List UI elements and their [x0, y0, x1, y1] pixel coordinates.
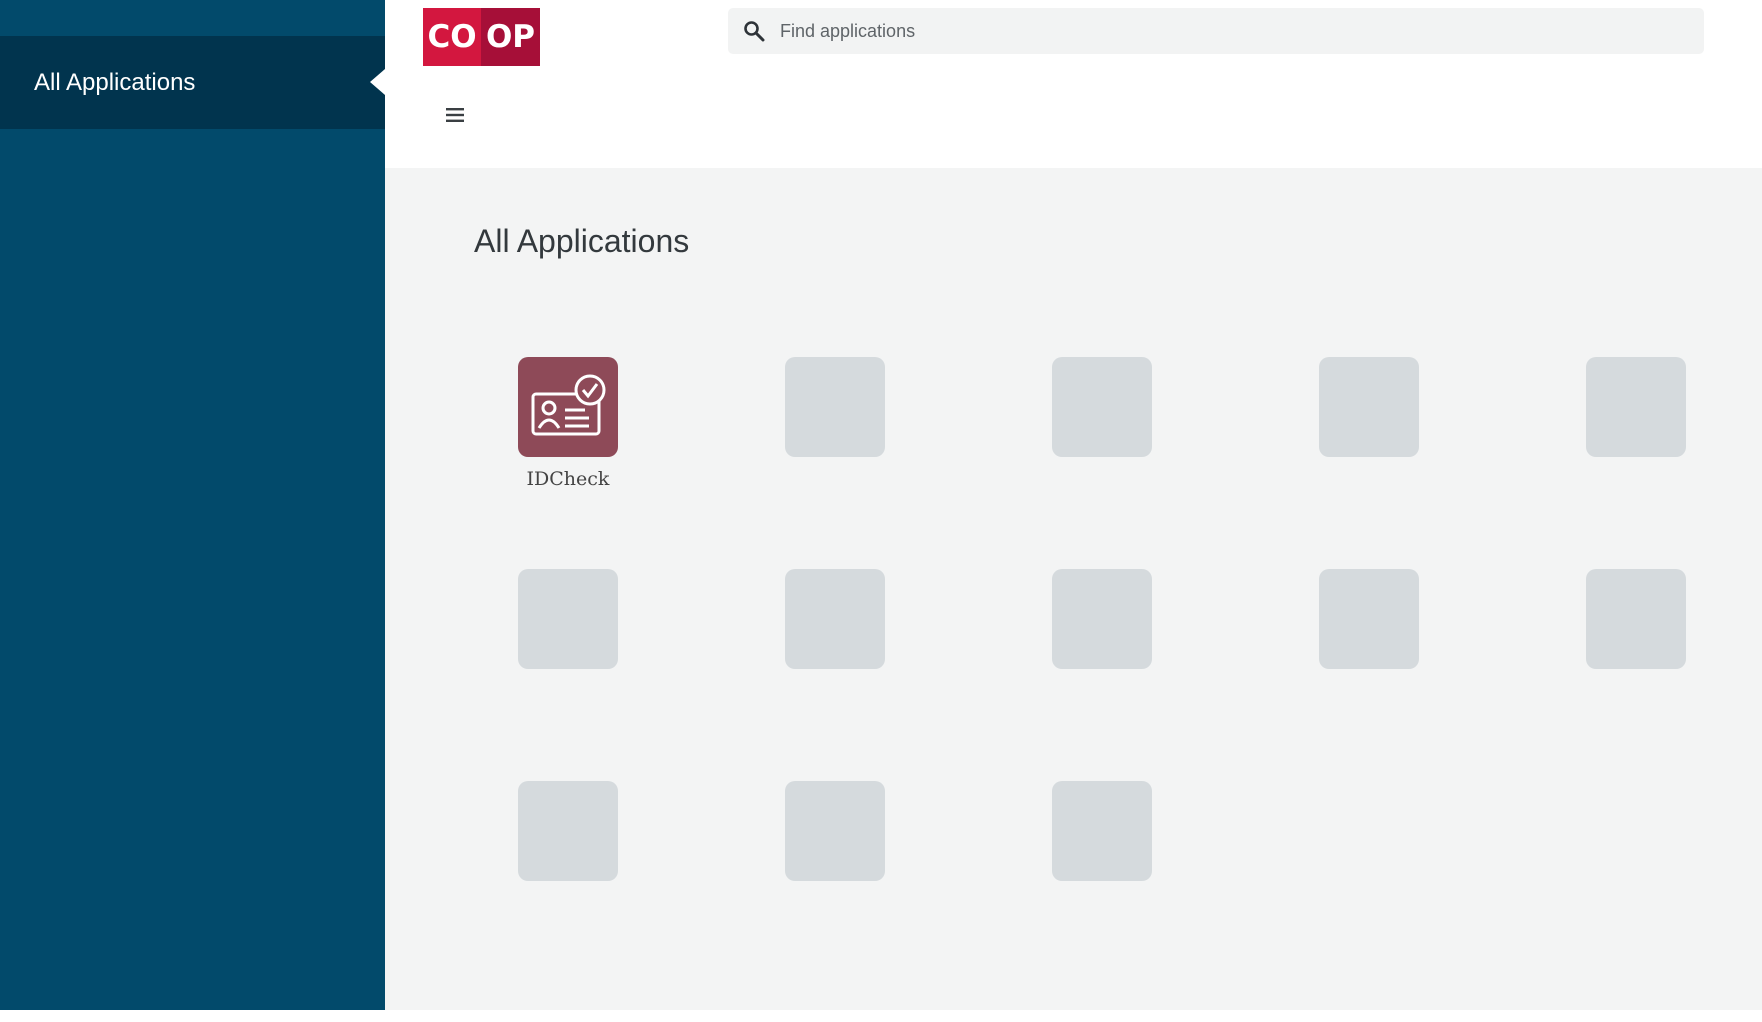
logo-right-text: OP: [481, 8, 540, 66]
sidebar-item-all-applications[interactable]: All Applications: [0, 36, 385, 129]
active-indicator: [370, 69, 385, 95]
app-tile-placeholder: [518, 569, 618, 669]
coop-logo[interactable]: CO OP: [423, 8, 540, 66]
logo-left-text: CO: [423, 8, 481, 66]
hamburger-menu-icon[interactable]: [440, 100, 470, 130]
app-tile-placeholder: [1052, 357, 1152, 457]
id-card-check-icon: [527, 370, 609, 445]
search-bar: [728, 8, 1704, 54]
app-tile-placeholder: [785, 357, 885, 457]
app-tile-placeholder: [1319, 569, 1419, 669]
bottom-edge: [0, 1010, 1762, 1022]
app-tile-placeholder: [1586, 569, 1686, 669]
search-icon[interactable]: [742, 19, 766, 43]
app-tile-placeholder: [518, 781, 618, 881]
app-tile-placeholder: [1052, 781, 1152, 881]
app-tile-placeholder: [785, 781, 885, 881]
app-tile-placeholder: [1319, 357, 1419, 457]
header: CO OP: [385, 0, 1762, 168]
app-tile-placeholder: [1586, 357, 1686, 457]
page-title: All Applications: [474, 223, 690, 259]
app-root: All Applications CO OP Find applications…: [0, 0, 1762, 1022]
app-tile-placeholder: [785, 569, 885, 669]
sidebar: All Applications: [0, 0, 385, 1022]
app-label-idcheck[interactable]: IDCheck: [488, 468, 648, 490]
main-content: All Applications IDCheck: [385, 168, 1762, 1022]
sidebar-item-label: All Applications: [34, 68, 196, 96]
app-tile-placeholder: [1052, 569, 1152, 669]
app-tile-idcheck[interactable]: [518, 357, 618, 457]
search-input[interactable]: [778, 19, 1678, 43]
